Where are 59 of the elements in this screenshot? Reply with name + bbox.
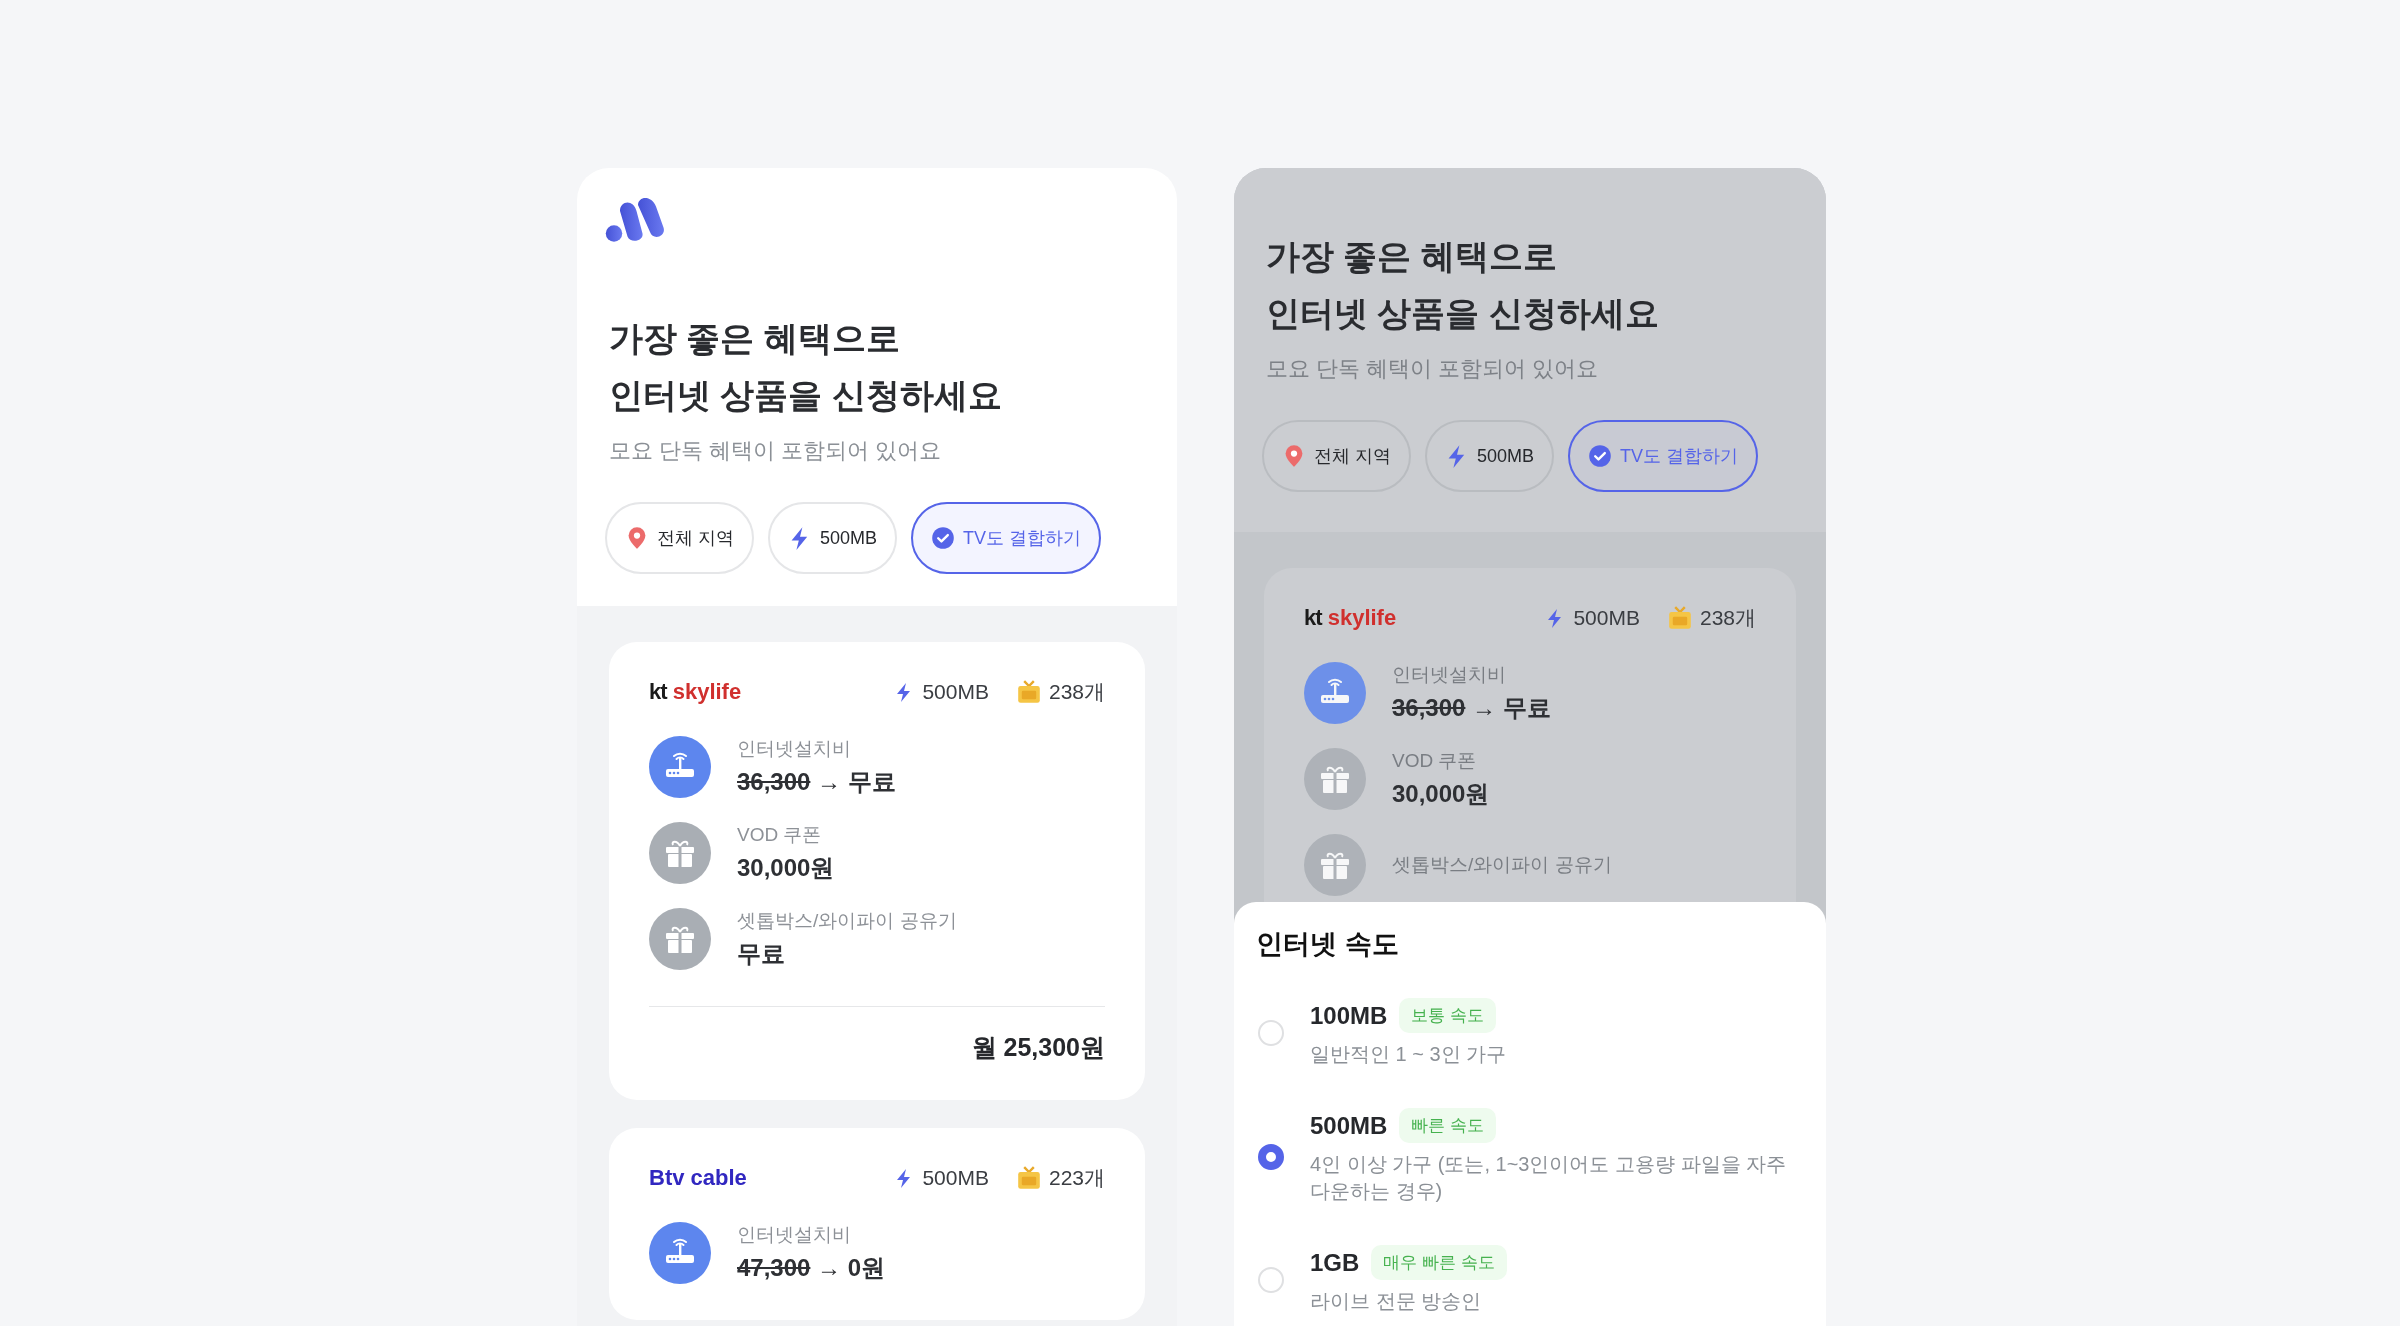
option-label: 100MB <box>1310 1001 1388 1030</box>
speed-text: 500MB <box>922 680 989 704</box>
plan-card[interactable]: Btv cable 500MB 223개 인터넷설치비 47,300 → 0원 <box>609 1128 1145 1320</box>
monthly-price: 월 25,300원 <box>970 1032 1105 1063</box>
filter-chip[interactable]: 500MB <box>1425 420 1555 492</box>
benefit-label: 인터넷설치비 <box>1392 663 1507 687</box>
speed-tag: 보통 속도 <box>1399 998 1497 1033</box>
router-icon <box>649 1222 711 1284</box>
benefit-label: 인터넷설치비 <box>737 737 852 761</box>
check-circle-icon <box>1588 444 1613 468</box>
gift-icon <box>649 822 711 884</box>
benefit-value: 30,000원 <box>1392 779 1490 809</box>
channel-count: 238개 <box>1699 605 1756 631</box>
benefit-value: 무료 <box>737 939 786 969</box>
speed-text: 500MB <box>1573 606 1640 630</box>
benefit-value: 47,300 → 0원 <box>737 1253 886 1283</box>
filter-chip[interactable]: 500MB <box>768 502 898 574</box>
benefit-label: 셋톱박스/와이파이 공유기 <box>737 909 957 933</box>
speed-tag: 매우 빠른 속도 <box>1371 1245 1507 1280</box>
tv-icon <box>1016 1166 1041 1190</box>
benefit-value: 36,300 → 무료 <box>737 767 896 797</box>
check-circle-icon <box>931 526 956 550</box>
speed-option[interactable]: 500MB 빠른 속도 4인 이상 가구 (또는, 1~3인이어도 고용량 파일을 자주 다운하는 경우) <box>1256 1108 1802 1205</box>
speed-tag: 빠른 속도 <box>1399 1108 1497 1143</box>
radio-button[interactable] <box>1258 1143 1284 1170</box>
option-description: 일반적인 1 ~ 3인 가구 <box>1310 1042 1508 1067</box>
benefit-label: VOD 쿠폰 <box>1392 749 1478 773</box>
option-label: 500MB <box>1310 1111 1388 1140</box>
page-title: 가장 좋은 혜택으로 인터넷 상품을 신청하세요 <box>608 318 1003 416</box>
speed-option[interactable]: 100MB 보통 속도 일반적인 1 ~ 3인 가구 <box>1256 998 1802 1068</box>
gift-icon <box>649 908 711 970</box>
option-label: 1GB <box>1310 1248 1360 1277</box>
benefit-label: 셋톱박스/와이파이 공유기 <box>1392 853 1612 877</box>
filter-chip[interactable]: TV도 결합하기 <box>911 502 1102 574</box>
option-description: 라이브 전문 방송인 <box>1310 1289 1483 1314</box>
subtitle-text: 모요 단독 혜택이 포함되어 있어요 <box>609 437 943 465</box>
plan-card[interactable]: kt skylife 500MB 238개 인터넷설치비 36,300 → 무료 VOD 쿠폰 30,000원 셋톱박스/와이파이 공유기 무료 월 25,300원 <box>609 642 1145 1100</box>
router-icon <box>1304 662 1366 724</box>
option-description: 4인 이상 가구 (또는, 1~3인이어도 고용량 파일을 자주 다운하는 경우) <box>1310 1152 1788 1204</box>
brand-logo: Btv cable <box>649 1165 747 1191</box>
gift-icon <box>1304 748 1366 810</box>
benefit-value: 36,300 → 무료 <box>1392 693 1551 723</box>
speed-option[interactable]: 1GB 매우 빠른 속도 라이브 전문 방송인 <box>1256 1245 1802 1315</box>
benefit-value: 30,000원 <box>737 853 835 883</box>
channel-count: 223개 <box>1048 1165 1105 1191</box>
router-icon <box>649 736 711 798</box>
brand-logo: kt skylife <box>1304 605 1397 631</box>
speed-text: 500MB <box>922 1166 989 1190</box>
tv-icon <box>1016 680 1041 704</box>
filter-chip[interactable]: 전체 지역 <box>1262 420 1411 492</box>
channel-count: 238개 <box>1048 679 1105 705</box>
page-title: 가장 좋은 혜택으로 인터넷 상품을 신청하세요 <box>1265 236 1660 334</box>
brand-logo: kt skylife <box>649 679 742 705</box>
filter-chip[interactable]: 전체 지역 <box>605 502 754 574</box>
benefit-label: VOD 쿠폰 <box>737 823 823 847</box>
benefit-label: 인터넷설치비 <box>737 1223 852 1247</box>
gift-icon <box>1304 834 1366 896</box>
subtitle-text: 모요 단독 혜택이 포함되어 있어요 <box>1266 355 1600 383</box>
tv-icon <box>1667 606 1692 630</box>
